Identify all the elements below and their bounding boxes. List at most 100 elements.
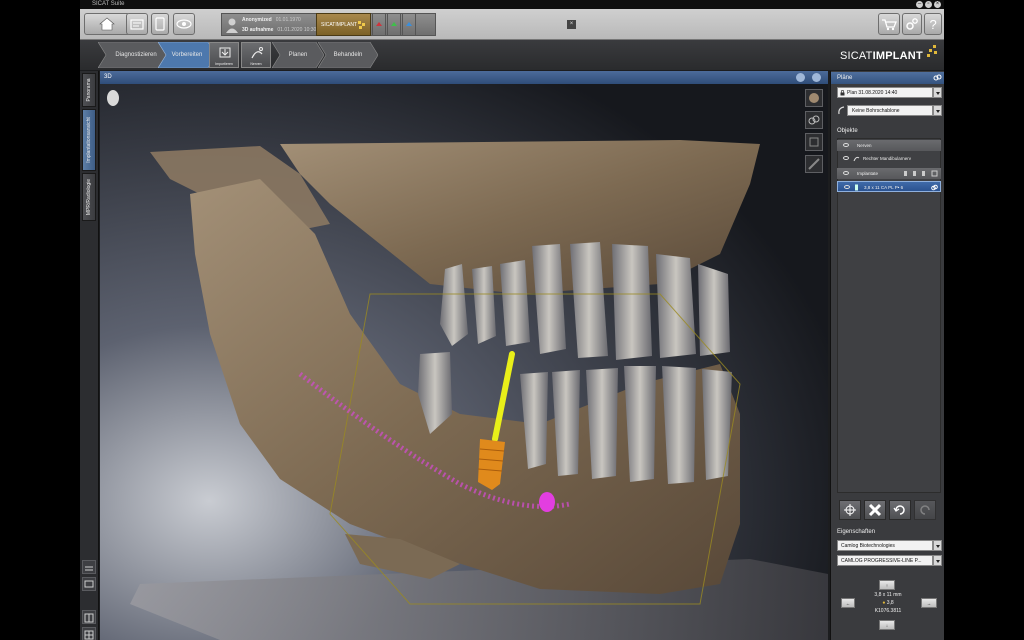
plans-header: Pläne — [831, 72, 944, 84]
implant-group-tools-icon[interactable] — [903, 170, 939, 177]
grid-four-icon — [84, 630, 94, 640]
redo-button[interactable] — [914, 500, 936, 520]
plan-select[interactable]: Plan 31.08.2020 14:40 — [837, 87, 933, 98]
head-orientation-icon[interactable] — [106, 89, 120, 107]
title-bar: SICAT Suite – ▫ × — [80, 0, 944, 9]
nerves-tool-label: Nerven — [250, 62, 262, 66]
settings-button[interactable] — [902, 13, 922, 35]
minimize-icon[interactable]: – — [916, 1, 923, 8]
ruler-icon — [808, 158, 820, 170]
delete-x-icon — [868, 503, 882, 517]
monitor-icon — [84, 580, 94, 588]
app-tab-green[interactable] — [387, 13, 401, 36]
step-treat[interactable]: Behandeln — [318, 42, 378, 68]
viewport-header: 3D — [100, 71, 828, 84]
link-views-button[interactable] — [805, 111, 823, 129]
implant-size-label: 3,8 x 11 mm — [874, 592, 902, 598]
delete-object-button[interactable] — [864, 500, 886, 520]
tab-panorama[interactable]: Panorama — [82, 73, 96, 107]
green-app-icon — [391, 22, 397, 26]
nerves-tool-button[interactable]: Nerven — [241, 42, 271, 68]
patient-avatar-icon — [226, 18, 238, 33]
lock-icon — [840, 90, 845, 96]
home-button[interactable] — [84, 13, 130, 35]
cube-icon — [809, 137, 819, 147]
cart-button[interactable] — [878, 13, 900, 35]
home-icon — [99, 17, 115, 31]
measure-button[interactable] — [805, 155, 823, 173]
manufacturer-dropdown-icon[interactable] — [933, 540, 942, 551]
cart-icon — [882, 18, 897, 30]
view-button[interactable] — [173, 13, 195, 35]
viewport-snapshot-icon[interactable] — [796, 73, 805, 82]
gears-icon — [906, 18, 918, 30]
nerve-endpoint-marker[interactable] — [539, 492, 555, 512]
patient-records-button[interactable] — [126, 13, 148, 35]
undo-button[interactable] — [889, 500, 911, 520]
visibility-eye-icon[interactable] — [843, 171, 849, 175]
3d-viewport[interactable]: 3D — [100, 71, 828, 640]
sicat-app-window: SICAT Suite – ▫ × Anonymized 01.01.1970 3… — [80, 0, 944, 640]
close-patient-icon[interactable]: × — [567, 20, 576, 29]
plan-dropdown-icon[interactable] — [933, 87, 942, 98]
help-button[interactable]: ? — [924, 13, 942, 35]
product-line-select[interactable]: CAMLOG PROGRESSIVE-LINE P... — [837, 555, 933, 566]
eye-icon — [176, 19, 192, 29]
plans-link-icon[interactable] — [933, 73, 942, 82]
patient-birthdate: 01.01.1970 — [275, 17, 301, 23]
viewport-maximize-icon[interactable] — [812, 73, 821, 82]
restore-icon[interactable]: ▫ — [925, 1, 932, 8]
app-tab-label: SICATIMPLANT — [321, 22, 358, 28]
clipping-button[interactable] — [805, 133, 823, 151]
single-view-button[interactable] — [82, 610, 96, 624]
layout-button[interactable] — [82, 560, 96, 574]
close-window-icon[interactable]: × — [934, 1, 941, 8]
objects-header: Objekte — [837, 128, 858, 134]
visibility-eye-icon[interactable] — [843, 143, 849, 147]
add-implant-button[interactable] — [839, 500, 861, 520]
drill-template-select[interactable]: Keine Bohrschablone — [847, 105, 933, 116]
document-button[interactable] — [151, 13, 169, 35]
tab-mpr-radiology[interactable]: MPR/Radiologie — [82, 173, 96, 221]
sicat-implant-app-tab[interactable]: SICATIMPLANT — [316, 13, 371, 36]
object-right-mandibular-nerve[interactable]: Rechter Mandibularnerv — [837, 153, 941, 164]
app-tab-red[interactable] — [372, 13, 386, 36]
implant-color-dot-icon: ● — [882, 600, 886, 606]
app-tab-blue[interactable] — [402, 13, 416, 36]
object-group-implants[interactable]: Implantate — [837, 168, 941, 179]
manufacturer-select[interactable]: Camlog Biotechnologies — [837, 540, 933, 551]
length-increase-button[interactable]: ↑ — [879, 580, 895, 590]
volume-date: 01.01.2020 10:30 — [277, 27, 317, 33]
screenshot-button[interactable] — [82, 577, 96, 591]
import-tool-label: Importieren — [215, 62, 233, 66]
3d-skull-render[interactable] — [100, 84, 828, 640]
redo-icon — [920, 505, 930, 515]
implant-link-icon[interactable] — [931, 184, 938, 191]
visibility-eye-icon[interactable] — [844, 185, 850, 189]
tab-implant-view[interactable]: Implantationsansicht — [82, 109, 96, 171]
drill-template-dropdown-icon[interactable] — [933, 105, 942, 116]
view-tab-rail: Panorama Implantationsansicht MPR/Radiol… — [80, 71, 99, 640]
render-preset-button[interactable] — [805, 89, 823, 107]
length-decrease-button[interactable]: ↓ — [879, 620, 895, 630]
blue-app-icon — [406, 22, 412, 26]
product-line-dropdown-icon[interactable] — [933, 555, 942, 566]
window-title: SICAT Suite — [92, 1, 125, 7]
implant-diameter-label: 3,8 — [886, 600, 894, 606]
undo-icon — [893, 505, 905, 515]
step-plan[interactable]: Planen — [272, 42, 324, 68]
volume-label: 3D aufnahme — [242, 27, 274, 33]
brand-logo: SICATIMPLANT — [840, 50, 923, 62]
multi-view-button[interactable] — [82, 627, 96, 640]
step-prepare[interactable]: Vorbereiten — [158, 42, 216, 68]
object-implant-selected[interactable]: 3,8 x 11 CA PL P• 6 — [837, 181, 941, 192]
svg-text:?: ? — [930, 17, 937, 31]
import-tool-button[interactable]: Importieren — [209, 42, 239, 68]
visibility-eye-icon[interactable] — [843, 156, 849, 160]
viewport-title: 3D — [104, 74, 112, 80]
object-group-nerves[interactable]: Nerven — [837, 140, 941, 151]
main-toolbar: Anonymized 01.01.1970 3D aufnahme 01.01.20… — [80, 9, 944, 40]
help-icon: ? — [930, 17, 937, 31]
workflow-bar: Diagnostizieren Vorbereiten Importieren … — [80, 40, 944, 70]
nerve-object-icon — [853, 156, 860, 162]
